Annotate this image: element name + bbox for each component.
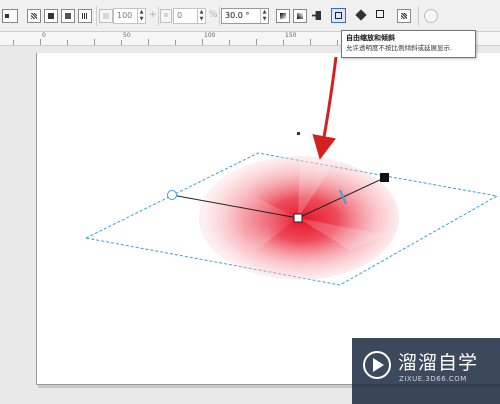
- tooltip-title: 自由缩放和倾斜: [346, 34, 395, 42]
- skew-handle[interactable]: [167, 190, 177, 200]
- tooltip: 自由缩放和倾斜 允许透明度不按比例倾斜或延展显示.: [341, 30, 476, 58]
- end-handle[interactable]: [380, 173, 389, 182]
- corel-window: 100 ▲ ▼ + 0 ▲ ▼ % 30.0 ° ▲ ▼ 0 50 100 15…: [0, 0, 500, 404]
- play-logo-icon: [363, 351, 391, 379]
- watermark-url: ZIXUE.3D66.COM: [399, 375, 467, 383]
- center-handle[interactable]: [293, 213, 303, 223]
- site-watermark: 溜溜自学 ZIXUE.3D66.COM: [352, 338, 500, 404]
- watermark-title: 溜溜自学: [398, 352, 479, 374]
- annotation-arrow: [312, 56, 338, 160]
- rotation-center-marker: [297, 132, 300, 135]
- tooltip-description: 允许透明度不按比例倾斜或延展显示.: [346, 44, 453, 52]
